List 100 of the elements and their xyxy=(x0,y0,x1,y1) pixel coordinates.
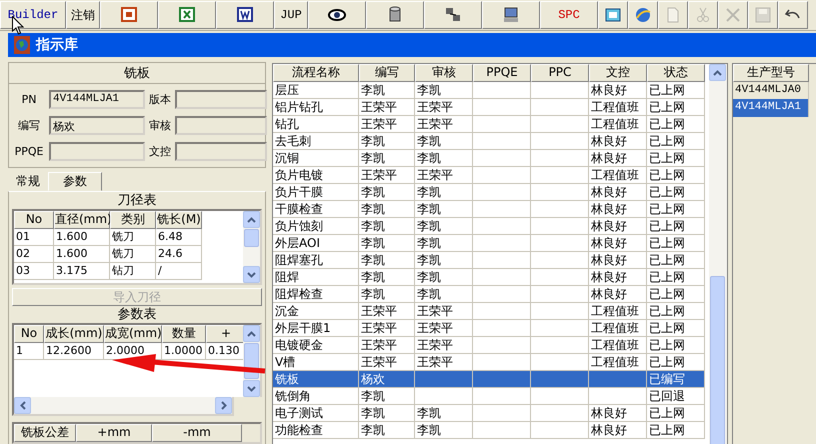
toolbar-button[interactable]: JUP xyxy=(274,1,308,29)
network-icon[interactable] xyxy=(444,6,462,24)
column-header[interactable]: 数量 xyxy=(162,325,206,343)
table-cell: 工程值班 xyxy=(591,117,639,131)
column-header[interactable]: 铣板公差 xyxy=(14,424,76,442)
eye-icon[interactable] xyxy=(328,6,346,24)
table-row[interactable]: 沉铜 李凯 李凯 林良好 已上网 xyxy=(273,150,709,167)
scroll-left-button[interactable] xyxy=(14,397,31,414)
scrollbar[interactable] xyxy=(709,64,727,444)
document-icon[interactable] xyxy=(236,6,254,24)
horizontal-scrollbar[interactable] xyxy=(12,397,234,416)
table-cell: 02 xyxy=(14,246,54,263)
column-header[interactable]: 审核 xyxy=(415,64,473,82)
caret-left-icon xyxy=(20,401,26,410)
table-cell: 林良好 xyxy=(591,134,627,148)
table-cell: 王荣平 xyxy=(361,355,397,369)
column-header[interactable]: -mm xyxy=(152,424,242,442)
table-cell: 已上网 xyxy=(649,117,685,131)
scrollbar[interactable] xyxy=(243,325,260,397)
slides-icon[interactable] xyxy=(120,6,138,24)
column-header[interactable]: No xyxy=(14,211,54,229)
globe-icon[interactable] xyxy=(634,6,652,24)
table-cell: 工程值班 xyxy=(591,321,639,335)
scroll-down-button[interactable] xyxy=(243,380,260,397)
toolbar-button[interactable]: SPC xyxy=(540,1,598,29)
input-field[interactable]: 4V144MLJA1 xyxy=(49,90,145,109)
column-header[interactable]: +mm xyxy=(76,424,152,442)
column-header[interactable]: 状态 xyxy=(647,64,705,82)
table-row[interactable]: 层压 李凯 李凯 林良好 已上网 xyxy=(273,82,709,99)
table-row[interactable]: 铣板 杨欢 已编写 xyxy=(273,371,709,388)
globe-icon xyxy=(14,36,30,54)
scroll-up-button[interactable] xyxy=(243,211,260,228)
list-item[interactable]: 4V144MLJA1 xyxy=(733,99,809,117)
table-row[interactable]: 钻孔 王荣平 王荣平 工程值班 已上网 xyxy=(273,116,709,133)
table-cell: 工程值班 xyxy=(591,100,639,114)
table-cell: 1 xyxy=(14,343,44,360)
column-header[interactable]: 文控 xyxy=(589,64,647,82)
table-row[interactable]: 外层AOI 李凯 李凯 林良好 已上网 xyxy=(273,235,709,252)
scroll-down-button[interactable] xyxy=(243,266,260,283)
scroll-right-button[interactable] xyxy=(215,397,232,414)
spreadsheet-icon[interactable] xyxy=(178,6,196,24)
table-row[interactable]: 负片电镀 王荣平 王荣平 工程值班 已上网 xyxy=(273,167,709,184)
table-cell: 李凯 xyxy=(417,219,441,233)
table-cell: 01 xyxy=(14,229,54,246)
column-header[interactable]: 流程名称 xyxy=(273,64,359,82)
column-header[interactable]: PPQE xyxy=(473,64,531,82)
table-row[interactable]: 干膜检查 李凯 李凯 林良好 已上网 xyxy=(273,201,709,218)
table-row[interactable]: 电镀硬金 王荣平 王荣平 工程值班 已上网 xyxy=(273,337,709,354)
table-cell: 李凯 xyxy=(417,270,441,284)
table-cell: 03 xyxy=(14,263,54,280)
table-cell: 电镀硬金 xyxy=(275,338,323,352)
computer-icon[interactable] xyxy=(502,6,520,24)
column-header[interactable]: 直径(mm) xyxy=(54,211,110,229)
field-label: 编写 xyxy=(17,118,41,133)
card-icon[interactable] xyxy=(604,6,622,24)
table-row[interactable]: 功能检查 李凯 李凯 林良好 已上网 xyxy=(273,422,709,439)
table-cell: 王荣平 xyxy=(361,100,397,114)
column-header[interactable]: PPC xyxy=(531,64,589,82)
input-field[interactable] xyxy=(49,142,145,161)
column-header[interactable]: 成长(mm) xyxy=(44,325,104,343)
table-cell: 已上网 xyxy=(649,185,685,199)
table-row[interactable]: 负片蚀刻 李凯 李凯 林良好 已上网 xyxy=(273,218,709,235)
table-cell: 铝片钻孔 xyxy=(275,100,323,114)
table-cell: 王荣平 xyxy=(361,117,397,131)
column-header[interactable]: + xyxy=(206,325,243,343)
table-row[interactable]: 去毛刺 李凯 李凯 林良好 已上网 xyxy=(273,133,709,150)
table-cell: 王荣平 xyxy=(417,338,453,352)
input-field[interactable] xyxy=(175,116,267,135)
column-header[interactable]: 生产型号 xyxy=(733,64,809,82)
table-cell: 钻孔 xyxy=(275,117,299,131)
table-row[interactable]: 阻焊检查 李凯 李凯 林良好 已上网 xyxy=(273,286,709,303)
input-field[interactable] xyxy=(175,90,267,109)
column-header[interactable]: 成宽(mm) xyxy=(104,325,162,343)
toolbar-button[interactable]: 注销 xyxy=(66,1,100,29)
scroll-thumb[interactable] xyxy=(244,229,259,247)
scroll-up-button[interactable] xyxy=(243,325,260,342)
table-row[interactable]: 外层干膜1 王荣平 王荣平 工程值班 已上网 xyxy=(273,320,709,337)
column-header[interactable]: 编写 xyxy=(359,64,415,82)
table-row[interactable]: 沉金 王荣平 王荣平 工程值班 已上网 xyxy=(273,303,709,320)
builder-link[interactable]: Builder xyxy=(0,1,66,29)
table-cell: 阻焊检查 xyxy=(275,287,323,301)
table-row[interactable]: 铝片钻孔 王荣平 王荣平 工程值班 已上网 xyxy=(273,99,709,116)
table-cell: 3.175 xyxy=(54,263,110,280)
scroll-up-button[interactable] xyxy=(709,64,726,81)
table-row[interactable]: 阻焊 李凯 李凯 林良好 已上网 xyxy=(273,269,709,286)
input-field[interactable]: 杨欢 xyxy=(49,116,145,135)
tab[interactable]: 参数 xyxy=(48,172,102,191)
column-header[interactable]: 类别 xyxy=(110,211,156,229)
input-field[interactable] xyxy=(175,142,267,161)
field-label: 审核 xyxy=(149,118,171,133)
scrollbar[interactable] xyxy=(243,211,260,283)
table-cell: 林良好 xyxy=(591,253,627,267)
table-row[interactable]: 阻焊塞孔 李凯 李凯 林良好 已上网 xyxy=(273,252,709,269)
table-row[interactable]: 负片干膜 李凯 李凯 林良好 已上网 xyxy=(273,184,709,201)
table-cell: 王荣平 xyxy=(417,100,453,114)
column-header[interactable]: No xyxy=(14,325,44,343)
table-row[interactable]: 铣倒角 李凯 已回退 xyxy=(273,388,709,405)
table-cell: 外层AOI xyxy=(275,236,320,250)
table-row[interactable]: 电子测试 李凯 李凯 林良好 已上网 xyxy=(273,405,709,422)
column-header[interactable]: 铣长(M) xyxy=(156,211,202,229)
